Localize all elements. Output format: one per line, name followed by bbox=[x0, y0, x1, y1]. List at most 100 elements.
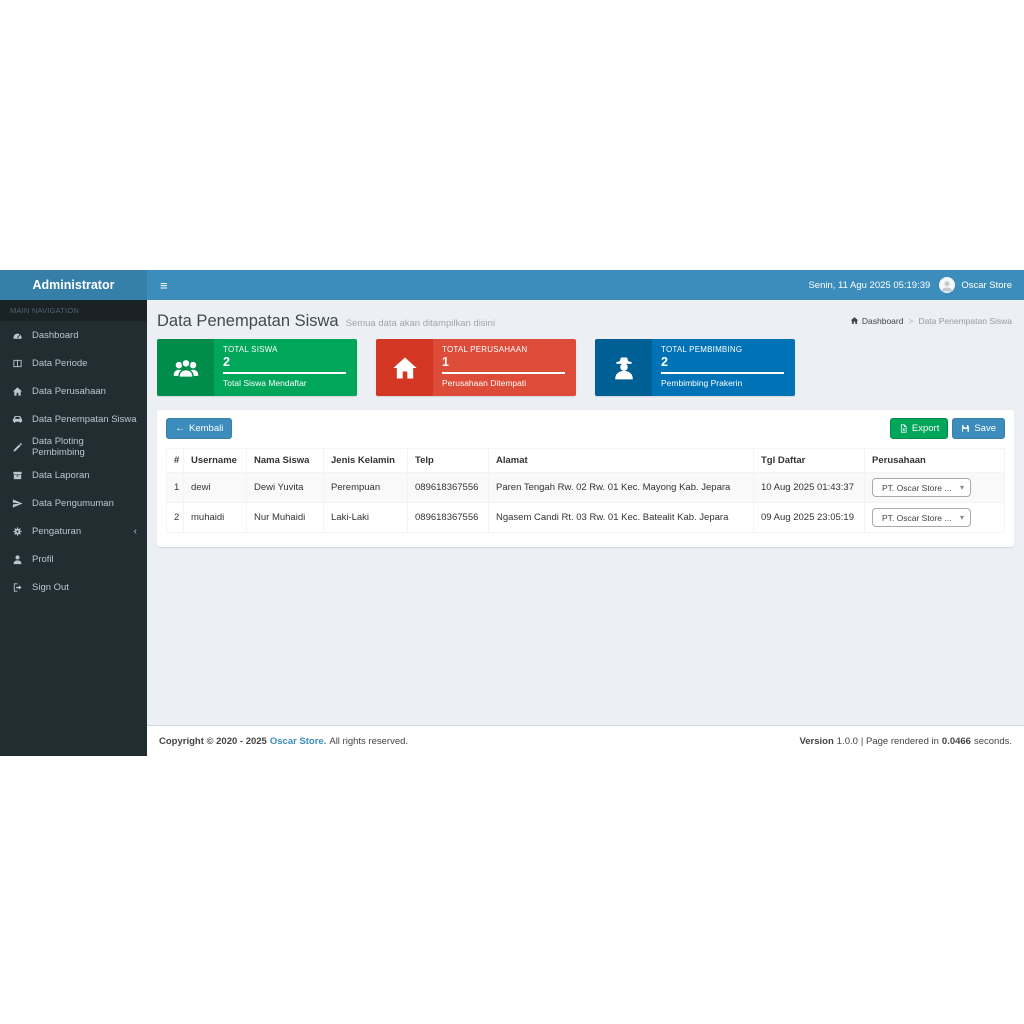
cell-username: dewi bbox=[183, 472, 247, 503]
sidebar-item-label: Data Ploting Pembimbing bbox=[32, 436, 85, 458]
file-excel-icon bbox=[900, 424, 907, 433]
avatar bbox=[939, 277, 956, 293]
cell-telp: 089618367556 bbox=[407, 472, 489, 503]
col-header-num: # bbox=[166, 448, 184, 473]
cell-jenis-kelamin: Perempuan bbox=[323, 472, 408, 503]
info-box-body: TOTAL SISWA 2 Total Siswa Mendaftar bbox=[214, 339, 357, 396]
info-box-description: Perusahaan Ditempati bbox=[442, 378, 527, 388]
gears-icon bbox=[12, 526, 25, 537]
col-header-perusahaan: Perusahaan bbox=[864, 448, 1005, 473]
sidebar-item-data-periode[interactable]: Data Periode bbox=[0, 349, 147, 377]
info-box-value: 2 bbox=[223, 355, 230, 369]
info-box-total-siswa: TOTAL SISWA 2 Total Siswa Mendaftar bbox=[157, 339, 357, 396]
sidebar-toggle-button[interactable]: ≡ bbox=[147, 270, 181, 300]
hamburger-icon: ≡ bbox=[160, 277, 168, 293]
export-button[interactable]: Export bbox=[889, 418, 949, 439]
sign-out-icon bbox=[12, 582, 25, 593]
navbar-datetime: Senin, 11 Agu 2025 05:19:39 bbox=[808, 279, 931, 291]
dashboard-icon bbox=[12, 330, 25, 341]
page-subtitle: Semua data akan ditampilkan disini bbox=[345, 318, 496, 329]
main-footer: Copyright © 2020 - 2025 Oscar Store. All r… bbox=[147, 725, 1024, 756]
info-box-body: TOTAL PERUSAHAAN 1 Perusahaan Ditempati bbox=[433, 339, 576, 396]
sidebar: MAIN NAVIGATION Dashboard Data Periode D… bbox=[0, 300, 147, 756]
info-box-total-pembimbing: TOTAL PEMBIMBING 2 Pembimbing Prakerin bbox=[595, 339, 795, 396]
info-box-description: Total Siswa Mendaftar bbox=[223, 378, 307, 388]
paper-plane-icon bbox=[12, 498, 25, 509]
navbar-main: ≡ Senin, 11 Agu 2025 05:19:39 Oscar Stor… bbox=[147, 270, 1024, 300]
cell-alamat: Ngasem Candi Rt. 03 Rw. 01 Kec. Batealit… bbox=[488, 502, 754, 533]
archive-icon bbox=[12, 470, 25, 481]
perusahaan-select[interactable]: PT. Oscar Store ... ▾ bbox=[872, 508, 971, 527]
info-box-label: TOTAL PERUSAHAAN bbox=[442, 345, 528, 354]
sidebar-item-label: Data Periode bbox=[32, 357, 88, 369]
footer-copyright: Copyright © 2020 - 2025 Oscar Store. All r… bbox=[159, 735, 409, 747]
info-box-progress bbox=[223, 372, 346, 374]
user-secret-icon bbox=[595, 339, 652, 396]
cell-num: 2 bbox=[166, 502, 184, 533]
person-icon bbox=[942, 281, 953, 292]
col-header-username: Username bbox=[183, 448, 247, 473]
users-icon bbox=[157, 339, 214, 396]
perusahaan-select[interactable]: PT. Oscar Store ... ▾ bbox=[872, 478, 971, 497]
columns-icon bbox=[12, 358, 25, 369]
sidebar-item-label: Pengaturan bbox=[32, 525, 82, 537]
chevron-left-icon: ‹ bbox=[133, 525, 137, 537]
sidebar-item-data-laporan[interactable]: Data Laporan bbox=[0, 461, 147, 489]
sidebar-item-sign-out[interactable]: Sign Out bbox=[0, 573, 147, 601]
info-box-total-perusahaan: TOTAL PERUSAHAAN 1 Perusahaan Ditempati bbox=[376, 339, 576, 396]
back-button[interactable]: ← Kembali bbox=[166, 418, 233, 439]
home-icon bbox=[12, 386, 25, 397]
sidebar-item-dashboard[interactable]: Dashboard bbox=[0, 321, 147, 349]
info-box-label: TOTAL SISWA bbox=[223, 345, 278, 354]
table-row: 2 muhaidi Nur Muhaidi Laki-Laki 08961836… bbox=[166, 502, 1005, 533]
user-name: Oscar Store bbox=[961, 279, 1012, 291]
table-row: 1 dewi Dewi Yuvita Perempuan 08961836755… bbox=[166, 472, 1005, 503]
breadcrumb: Dashboard > Data Penempatan Siswa bbox=[850, 316, 1012, 326]
arrow-left-icon: ← bbox=[175, 422, 185, 434]
info-box-value: 1 bbox=[442, 355, 449, 369]
info-box-label: TOTAL PEMBIMBING bbox=[661, 345, 743, 354]
cell-telp: 089618367556 bbox=[407, 502, 489, 533]
sidebar-item-data-perusahaan[interactable]: Data Perusahaan bbox=[0, 377, 147, 405]
cell-perusahaan: PT. Oscar Store ... ▾ bbox=[864, 502, 1005, 533]
info-box-value: 2 bbox=[661, 355, 668, 369]
cell-nama-siswa: Dewi Yuvita bbox=[246, 472, 324, 503]
cell-alamat: Paren Tengah Rw. 02 Rw. 01 Kec. Mayong K… bbox=[488, 472, 754, 503]
brand-logo[interactable]: Administrator bbox=[0, 270, 147, 300]
admin-app-window: Administrator ≡ Senin, 11 Agu 2025 05:19… bbox=[0, 270, 1024, 756]
info-box-progress bbox=[661, 372, 784, 374]
info-boxes-row: TOTAL SISWA 2 Total Siswa Mendaftar TOTA… bbox=[157, 339, 1014, 396]
table-header-row: # Username Nama Siswa Jenis Kelamin Telp… bbox=[166, 448, 1005, 473]
sidebar-item-data-pengumuman[interactable]: Data Pengumuman bbox=[0, 489, 147, 517]
floppy-icon bbox=[962, 425, 970, 432]
home-icon bbox=[376, 339, 433, 396]
panel-toolbar: ← Kembali Export Save bbox=[166, 418, 1005, 439]
sidebar-item-pengaturan[interactable]: Pengaturan ‹ bbox=[0, 517, 147, 545]
sidebar-item-label: Dashboard bbox=[32, 329, 79, 341]
breadcrumb-separator: > bbox=[908, 316, 914, 326]
sidebar-item-label: Sign Out bbox=[32, 581, 69, 593]
caret-down-icon: ▾ bbox=[959, 483, 964, 492]
footer-brand-link[interactable]: Oscar Store. bbox=[270, 736, 327, 747]
save-button[interactable]: Save bbox=[952, 418, 1005, 439]
students-table: # Username Nama Siswa Jenis Kelamin Telp… bbox=[166, 448, 1005, 533]
caret-down-icon: ▾ bbox=[959, 513, 964, 522]
cell-tgl-daftar: 09 Aug 2025 23:05:19 bbox=[753, 502, 865, 533]
sidebar-section-label: MAIN NAVIGATION bbox=[0, 300, 147, 321]
breadcrumb-current: Data Penempatan Siswa bbox=[918, 316, 1012, 326]
sidebar-item-data-penempatan-siswa[interactable]: Data Penempatan Siswa bbox=[0, 405, 147, 433]
footer-version: Version 1.0.0 | Page rendered in 0.0466 seco… bbox=[799, 735, 1012, 747]
sidebar-item-label: Data Pengumuman bbox=[32, 497, 114, 509]
user-menu[interactable]: Oscar Store bbox=[939, 277, 1012, 293]
sidebar-item-data-ploting-pembimbing[interactable]: Data Ploting Pembimbing bbox=[0, 433, 147, 461]
top-navbar: Administrator ≡ Senin, 11 Agu 2025 05:19… bbox=[0, 270, 1024, 300]
col-header-alamat: Alamat bbox=[488, 448, 754, 473]
user-icon bbox=[12, 554, 25, 565]
info-box-body: TOTAL PEMBIMBING 2 Pembimbing Prakerin bbox=[652, 339, 795, 396]
page-title: Data Penempatan Siswa bbox=[157, 312, 339, 330]
sidebar-item-profil[interactable]: Profil bbox=[0, 545, 147, 573]
car-icon bbox=[12, 414, 25, 425]
home-icon bbox=[850, 317, 859, 324]
breadcrumb-dashboard-link[interactable]: Dashboard bbox=[850, 316, 903, 326]
content-wrapper: Data Penempatan Siswa Semua data akan di… bbox=[147, 300, 1024, 725]
